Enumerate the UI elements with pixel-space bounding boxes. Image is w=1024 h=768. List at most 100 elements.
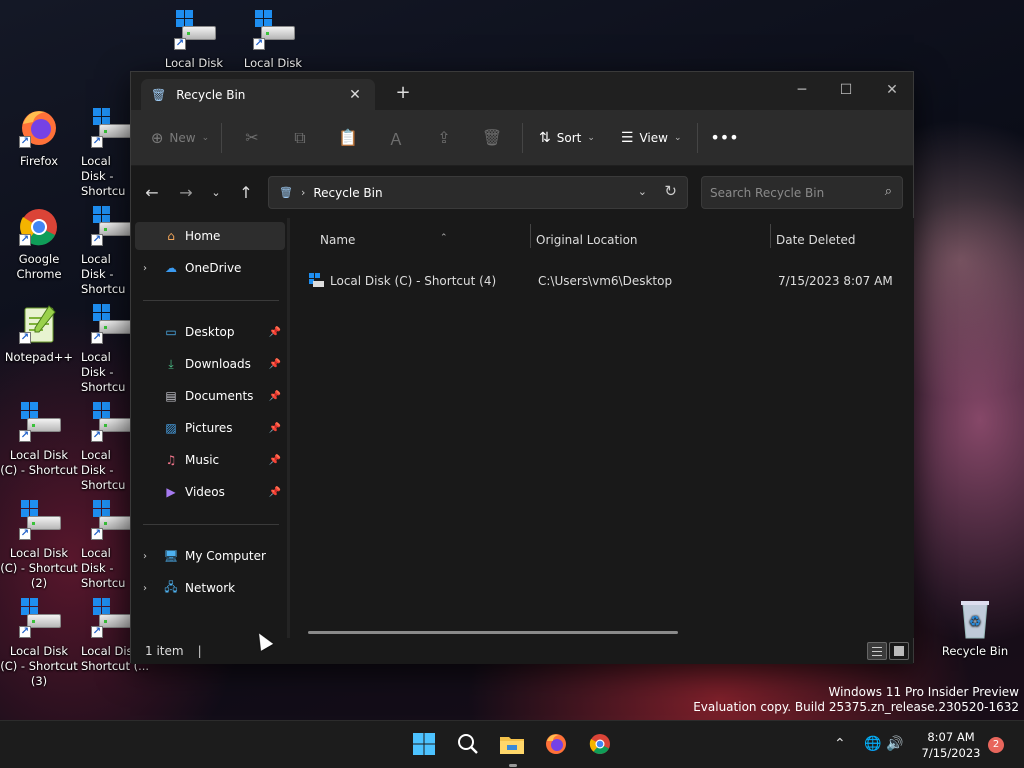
title-bar[interactable]: 🗑 Recycle Bin ✕ + ─ ☐ ✕ (131, 72, 913, 110)
nav-divider (143, 524, 279, 525)
drive-icon: ↗ (15, 400, 63, 446)
nav-item-my-computer[interactable]: › 🖥 My Computer (135, 542, 285, 570)
search-box[interactable]: ⌕ (701, 176, 903, 209)
tiles-view-icon[interactable] (889, 642, 909, 660)
minimize-icon[interactable]: ─ (779, 76, 825, 104)
desktop-icon-local-disk[interactable]: ↗ Local Disk - Shortcu (75, 400, 131, 493)
desktop-icon-chrome[interactable]: ↗ Google Chrome (0, 204, 78, 282)
music-icon: ♫ (165, 453, 177, 467)
nav-item-onedrive[interactable]: › ☁ OneDrive (135, 254, 285, 282)
taskbar-chrome[interactable] (584, 729, 616, 761)
nav-item-home[interactable]: ⌂ Home (135, 222, 285, 250)
desktop-icon: ▭ (165, 325, 177, 339)
new-button[interactable]: ⊕ New ⌄ (145, 120, 215, 156)
view-button[interactable]: ☰ View ⌄ (611, 120, 692, 156)
delete-icon[interactable]: 🗑 (468, 120, 516, 156)
sort-button-label: Sort (556, 130, 582, 145)
taskbar-file-explorer[interactable] (496, 729, 528, 761)
close-tab-icon[interactable]: ✕ (345, 87, 365, 103)
nav-item-pictures[interactable]: ▨ Pictures 📌 (135, 414, 285, 442)
desktop-icon-recycle-bin[interactable]: ♻ Recycle Bin (936, 596, 1014, 659)
search-input[interactable] (702, 177, 872, 208)
horizontal-scrollbar[interactable] (308, 631, 678, 634)
desktop-icon-firefox[interactable]: ↗ Firefox (0, 106, 78, 169)
copy-icon[interactable]: ⧉ (276, 120, 324, 156)
column-header-date-deleted[interactable]: Date Deleted (770, 226, 910, 254)
drive-icon: ↗ (15, 596, 63, 642)
column-header-name[interactable]: Name ⌃ (314, 226, 526, 254)
cut-icon[interactable]: ✂ (228, 120, 276, 156)
tab-recycle-bin[interactable]: 🗑 Recycle Bin ✕ (141, 79, 375, 110)
breadcrumb-recycle-bin[interactable]: Recycle Bin (313, 186, 382, 200)
taskbar-firefox[interactable] (540, 729, 572, 761)
desktop-icon-label: Local Disk - Shortcu (81, 350, 126, 394)
nav-item-videos[interactable]: ▶ Videos 📌 (135, 478, 285, 506)
pin-icon[interactable]: 📌 (269, 455, 281, 466)
sort-button[interactable]: ⇅ Sort ⌄ (529, 120, 605, 156)
desktop-icon-local-disk[interactable]: ↗ Local Disk (C) - Shortcut (2) (0, 498, 78, 591)
nav-item-downloads[interactable]: ⤓ Downloads 📌 (135, 350, 285, 378)
notification-badge[interactable]: 2 (988, 737, 1004, 753)
nav-item-desktop[interactable]: ▭ Desktop 📌 (135, 318, 285, 346)
drive-shortcut-icon (308, 272, 324, 288)
address-dropdown-icon[interactable]: ⌄ (638, 185, 647, 198)
drive-icon: ↗ (87, 400, 131, 446)
desktop-icon-local-disk[interactable]: ↗ Local Disk (C) - Shortcut (0, 400, 78, 478)
up-arrow-icon[interactable]: ↑ (233, 180, 259, 206)
share-icon[interactable]: ⇪ (420, 120, 468, 156)
nav-item-music[interactable]: ♫ Music 📌 (135, 446, 285, 474)
close-window-icon[interactable]: ✕ (869, 76, 915, 104)
desktop-icon-local-disk[interactable]: ↗ Local Disk - Shortcu (75, 302, 131, 395)
taskbar-search-button[interactable] (452, 729, 484, 761)
table-row[interactable]: Local Disk (C) - Shortcut (4) C:\Users\v… (300, 268, 910, 294)
chevron-down-icon: ⌄ (673, 132, 682, 143)
chevron-right-icon[interactable]: › (143, 551, 147, 562)
details-view-icon[interactable] (867, 642, 887, 660)
address-bar[interactable]: 🗑 › Recycle Bin ⌄ ↻ (268, 176, 688, 209)
volume-icon[interactable]: 🔊 (886, 736, 903, 752)
recycle-bin-icon: 🗑 (151, 87, 167, 102)
pin-icon[interactable]: 📌 (269, 359, 281, 370)
desktop-icon-local-disk[interactable]: ↗ Local Disk - Shortcu (75, 498, 131, 591)
network-globe-icon[interactable]: 🌐 (864, 736, 881, 752)
rename-icon[interactable]: Ａ (372, 120, 420, 156)
maximize-icon[interactable]: ☐ (823, 76, 869, 104)
nav-item-documents[interactable]: ▤ Documents 📌 (135, 382, 285, 410)
refresh-icon[interactable]: ↻ (664, 182, 677, 200)
clock[interactable]: 8:07 AM 7/15/2023 (918, 729, 984, 761)
chevron-right-icon[interactable]: › (143, 263, 147, 274)
chevron-right-icon[interactable]: › (143, 583, 147, 594)
desktop-icon-local-disk[interactable]: ↗ Local Disk (C) - Shortcut (3) (0, 596, 78, 689)
forward-arrow-icon[interactable]: → (173, 180, 199, 206)
pin-icon[interactable]: 📌 (269, 327, 281, 338)
picture-icon: ▨ (165, 421, 177, 435)
date-deleted: 7/15/2023 8:07 AM (778, 274, 893, 288)
start-button[interactable] (408, 729, 440, 761)
pin-icon[interactable]: 📌 (269, 423, 281, 434)
column-header-original-location[interactable]: Original Location (530, 226, 768, 254)
watermark-line: Windows 11 Pro Insider Preview (828, 685, 1019, 699)
file-explorer-window: 🗑 Recycle Bin ✕ + ─ ☐ ✕ ⊕ New ⌄ ✂ ⧉ 📋 Ａ … (130, 71, 914, 664)
desktop-icon-local-disk[interactable]: ↗ Local Disk - Shortcu (75, 204, 131, 297)
pin-icon[interactable]: 📌 (269, 487, 281, 498)
desktop-icon-label: Local Disk (C) - Shortcut (3) (0, 644, 78, 688)
show-hidden-icons-chevron-icon[interactable]: ⌃ (834, 736, 846, 752)
more-options-icon[interactable]: ••• (704, 120, 744, 156)
chrome-icon (588, 732, 612, 759)
pin-icon[interactable]: 📌 (269, 391, 281, 402)
desktop-icon-label: Local Disk - Shortcu (81, 154, 126, 198)
recent-locations-chevron-icon[interactable]: ⌄ (203, 180, 229, 206)
evaluation-watermark: Windows 11 Pro Insider Preview Evaluatio… (693, 685, 1019, 715)
breadcrumb-chevron-icon: › (300, 186, 306, 199)
back-arrow-icon[interactable]: ← (139, 180, 165, 206)
chevron-down-icon: ⌄ (587, 132, 595, 143)
new-tab-icon[interactable]: + (393, 83, 413, 103)
paste-icon[interactable]: 📋 (324, 120, 372, 156)
desktop-icon-notepad[interactable]: ↗ Notepad++ (0, 302, 78, 365)
search-icon[interactable]: ⌕ (885, 184, 892, 199)
nav-item-label: Desktop (185, 325, 235, 339)
nav-item-network[interactable]: › 🖧 Network (135, 574, 285, 602)
desktop-icon-label: Local Disk - Shortcu (81, 546, 126, 590)
desktop-icon-local-disk[interactable]: ↗ Local Disk - Shortcu (75, 106, 131, 199)
column-header-label: Name (320, 233, 356, 247)
